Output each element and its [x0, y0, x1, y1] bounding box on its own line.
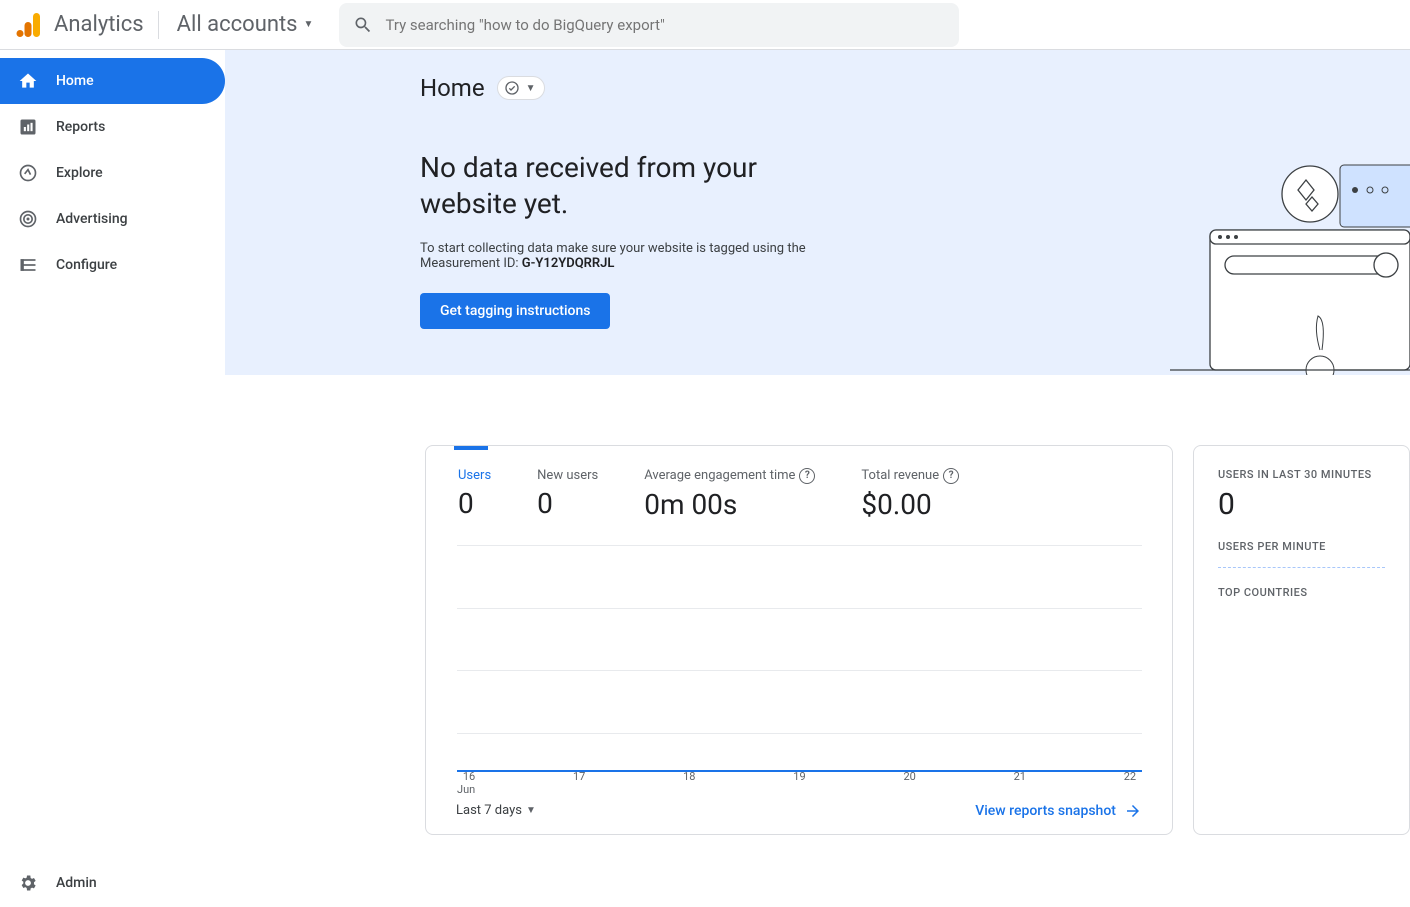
metric-label: Total revenue ? [861, 468, 959, 484]
realtime-users-value: 0 [1218, 487, 1385, 522]
help-icon[interactable]: ? [799, 468, 815, 484]
search-input[interactable] [385, 16, 945, 34]
chevron-down-icon: ▼ [526, 805, 536, 816]
sidebar-item-label: Home [56, 73, 94, 89]
top-header: Analytics All accounts ▼ [0, 0, 1410, 50]
chevron-down-icon: ▼ [526, 83, 536, 94]
account-switcher-label: All accounts [177, 12, 298, 37]
gear-icon [18, 873, 38, 893]
sidebar: Home Reports Explore Advertising Configu… [0, 50, 225, 906]
metric-label: New users [537, 468, 598, 483]
hero-banner: Home ▼ No data received from your websit… [225, 50, 1410, 375]
users-chart: 16 17 18 19 20 21 22 Jun [456, 545, 1142, 796]
sidebar-item-label: Reports [56, 119, 105, 135]
metric-new-users[interactable]: New users 0 [537, 468, 598, 521]
metric-value: 0 [537, 487, 598, 520]
active-tab-indicator [454, 446, 488, 450]
page-title: Home [420, 74, 485, 102]
help-icon[interactable]: ? [943, 468, 959, 484]
realtime-card: USERS IN LAST 30 MINUTES 0 USERS PER MIN… [1193, 445, 1410, 835]
account-switcher[interactable]: All accounts ▼ [167, 12, 324, 37]
sidebar-item-explore[interactable]: Explore [0, 150, 225, 196]
sidebar-item-label: Explore [56, 165, 103, 181]
sidebar-item-home[interactable]: Home [0, 58, 225, 104]
chevron-down-icon: ▼ [304, 19, 314, 30]
check-circle-icon [504, 80, 520, 96]
sidebar-item-label: Admin [56, 875, 97, 891]
x-tick: 21 [1010, 770, 1030, 783]
realtime-per-minute-label: USERS PER MINUTE [1218, 540, 1385, 553]
sidebar-item-label: Configure [56, 257, 117, 273]
hero-subtext: To start collecting data make sure your … [420, 241, 820, 271]
metric-value: 0m 00s [644, 488, 815, 521]
overview-card: Users 0 New users 0 Average engagement time … [425, 445, 1173, 835]
date-range-picker[interactable]: Last 7 days ▼ [456, 803, 536, 818]
reports-icon [18, 117, 38, 137]
x-tick: 19 [789, 770, 809, 783]
hero-illustration [1170, 160, 1410, 375]
product-name: Analytics [54, 12, 144, 37]
metric-average-engagement-time[interactable]: Average engagement time ? 0m 00s [644, 468, 815, 521]
view-reports-link[interactable]: View reports snapshot [975, 802, 1142, 820]
metric-label: Users [458, 468, 491, 483]
x-tick: 20 [900, 770, 920, 783]
realtime-users-label: USERS IN LAST 30 MINUTES [1218, 468, 1385, 481]
search-icon [353, 15, 373, 35]
hero-heading: No data received from your website yet. [420, 150, 840, 223]
x-tick: 17 [569, 770, 589, 783]
sidebar-item-label: Advertising [56, 211, 128, 227]
x-tick: 22 [1120, 770, 1140, 783]
explore-icon [18, 163, 38, 183]
top-countries-label: TOP COUNTRIES [1218, 586, 1385, 599]
sidebar-item-reports[interactable]: Reports [0, 104, 225, 150]
analytics-logo-icon [16, 11, 44, 39]
brand-block: Analytics [8, 11, 159, 39]
metric-total-revenue[interactable]: Total revenue ? $0.00 [861, 468, 959, 521]
date-range-label: Last 7 days [456, 803, 522, 818]
advertising-icon [18, 209, 38, 229]
metric-value: $0.00 [861, 488, 959, 521]
home-icon [18, 71, 38, 91]
tagging-instructions-button[interactable]: Get tagging instructions [420, 293, 610, 329]
x-tick: 18 [679, 770, 699, 783]
sidebar-item-advertising[interactable]: Advertising [0, 196, 225, 242]
x-tick: 16 [459, 770, 479, 783]
configure-icon [18, 255, 38, 275]
metric-label: Average engagement time ? [644, 468, 815, 484]
status-chip[interactable]: ▼ [497, 76, 545, 100]
arrow-right-icon [1124, 802, 1142, 820]
x-axis-month: Jun [457, 783, 1142, 796]
search-bar[interactable] [339, 3, 959, 47]
sparkline-placeholder [1218, 567, 1385, 568]
sidebar-item-admin[interactable]: Admin [0, 860, 225, 906]
metric-users[interactable]: Users 0 [458, 468, 491, 521]
sidebar-item-configure[interactable]: Configure [0, 242, 225, 288]
main-content: Home ▼ No data received from your websit… [225, 50, 1410, 906]
metric-value: 0 [458, 487, 491, 520]
measurement-id: G-Y12YDQRRJL [522, 256, 615, 271]
